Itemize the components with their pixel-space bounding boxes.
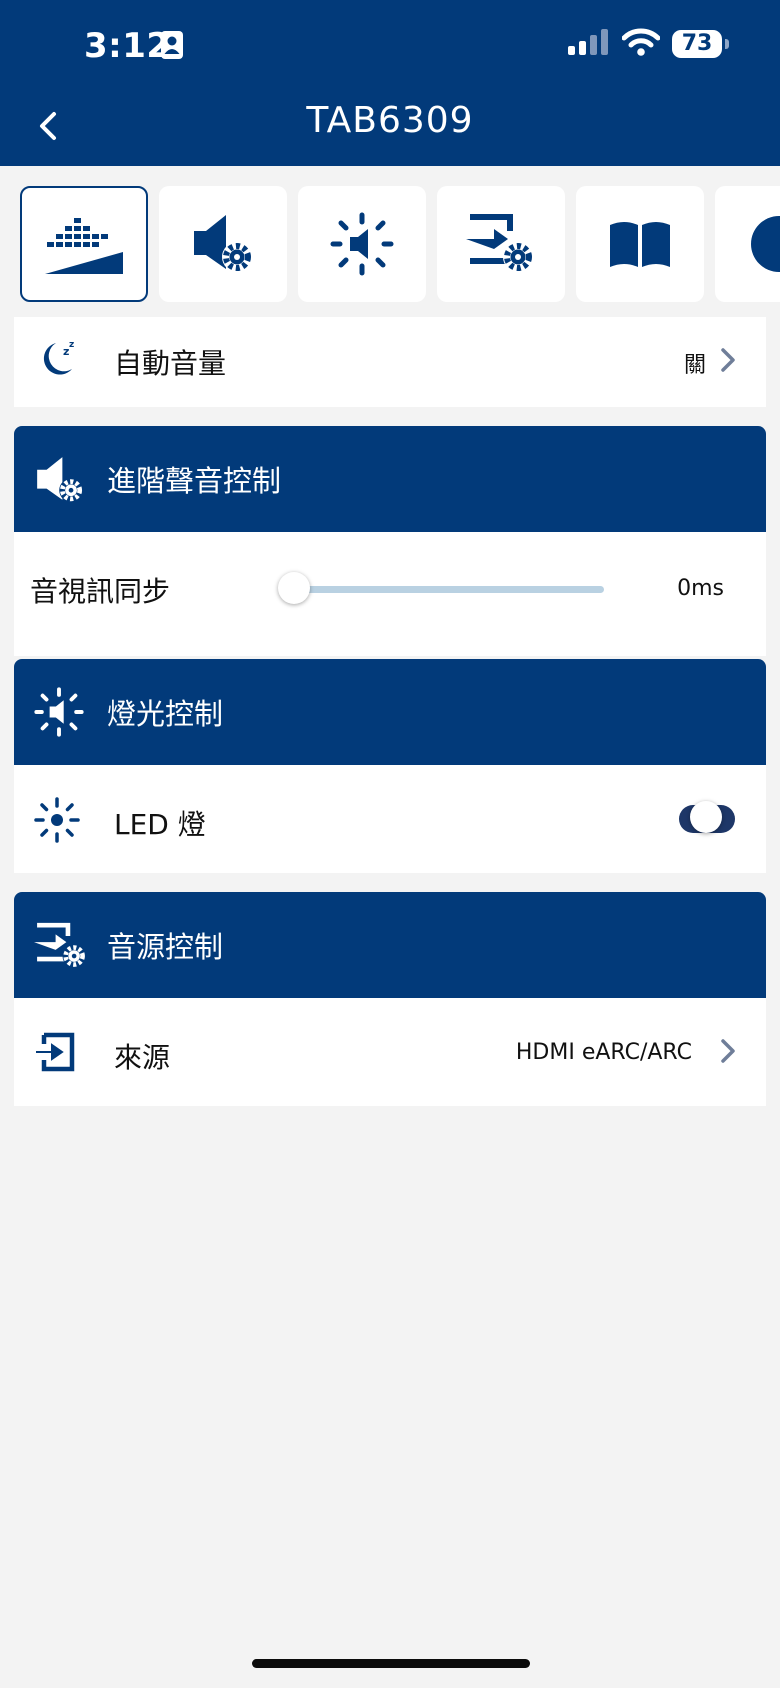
input-source-icon	[34, 1032, 76, 1076]
tab-advanced-sound[interactable]	[159, 186, 287, 302]
source-control-header: 音源控制	[14, 892, 766, 998]
tab-manual[interactable]	[576, 186, 704, 302]
equalizer-volume-icon	[45, 218, 123, 274]
book-icon	[610, 222, 670, 267]
source-control-title: 音源控制	[107, 930, 224, 964]
cellular-signal-icon	[568, 29, 610, 59]
auto-volume-row[interactable]: z z 自動音量 關	[14, 317, 766, 407]
status-indicators: 73	[568, 28, 729, 60]
battery-tip	[725, 39, 729, 49]
battery-level: 73	[681, 31, 713, 56]
light-speaker-icon	[34, 687, 84, 741]
source-label: 來源	[114, 1041, 171, 1074]
auto-volume-value: 關	[683, 353, 706, 378]
tab-sound-settings[interactable]	[20, 186, 148, 302]
auto-volume-label: 自動音量	[114, 347, 227, 380]
av-sync-value: 0ms	[677, 576, 724, 601]
av-sync-slider-track[interactable]	[294, 586, 604, 593]
av-sync-label: 音視訊同步	[30, 575, 171, 608]
moon-sleep-icon: z z	[34, 335, 80, 385]
wifi-icon	[621, 28, 661, 60]
light-control-header: 燈光控制	[14, 659, 766, 765]
tab-info[interactable]	[715, 186, 780, 302]
status-time: 3:12	[84, 26, 171, 66]
advanced-sound-title: 進階聲音控制	[107, 464, 282, 498]
svg-text:z: z	[69, 340, 74, 350]
contact-card-icon	[160, 30, 184, 64]
led-label: LED 燈	[114, 808, 206, 841]
source-value: HDMI eARC/ARC	[515, 1040, 692, 1065]
category-tabs	[20, 186, 780, 302]
av-sync-row: 音視訊同步 0ms	[14, 532, 766, 656]
page-title: TAB6309	[306, 100, 474, 141]
input-gear-icon	[466, 214, 533, 272]
led-row: LED 燈	[14, 765, 766, 873]
info-icon	[751, 216, 780, 272]
av-sync-slider-thumb[interactable]	[278, 572, 310, 604]
light-speaker-icon	[330, 212, 394, 276]
tab-light-control[interactable]	[298, 186, 426, 302]
led-sun-icon	[34, 797, 80, 847]
tab-source-control[interactable]	[437, 186, 565, 302]
light-control-title: 燈光控制	[107, 697, 224, 731]
chevron-right-icon	[720, 1038, 736, 1068]
led-toggle-knob[interactable]	[690, 801, 722, 833]
speaker-gear-icon	[34, 454, 86, 510]
advanced-sound-header: 進階聲音控制	[14, 426, 766, 532]
source-row[interactable]: 來源 HDMI eARC/ARC	[14, 998, 766, 1106]
chevron-right-icon	[720, 347, 736, 377]
speaker-gear-icon	[194, 215, 252, 272]
home-indicator	[252, 1659, 530, 1668]
battery-icon: 73	[672, 30, 729, 58]
input-gear-icon	[34, 920, 88, 976]
app-header: 3:12 73 TAB6309	[0, 0, 780, 166]
